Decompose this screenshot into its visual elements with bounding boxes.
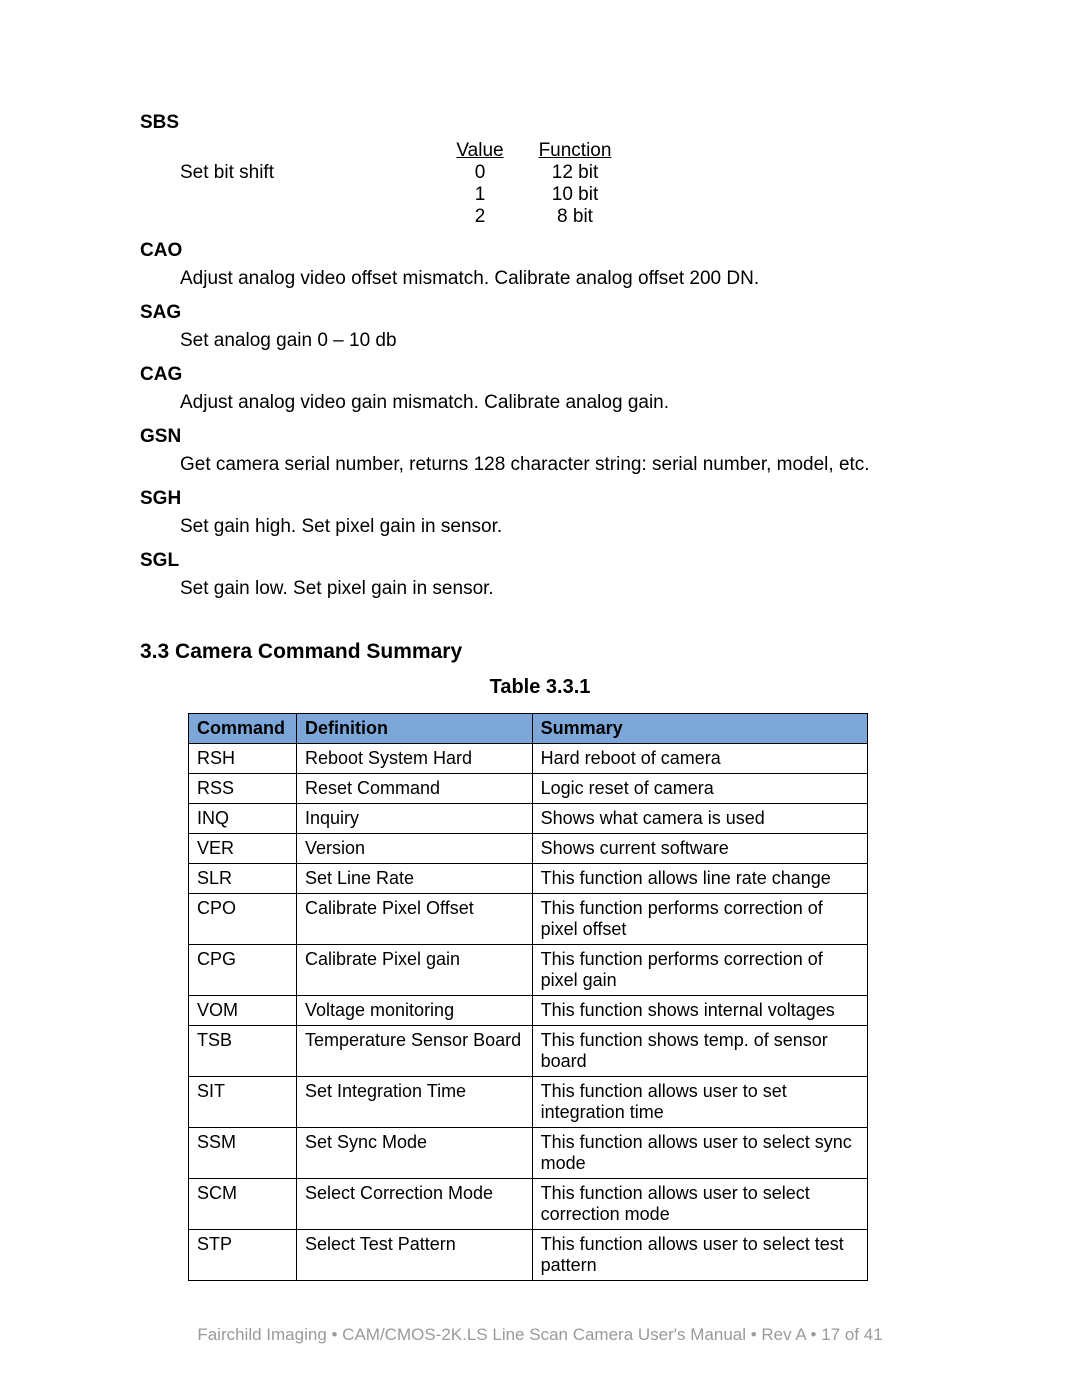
def-heading: CAO bbox=[140, 240, 940, 262]
cell-command: RSH bbox=[189, 744, 297, 774]
table-row: VER Version Shows current software bbox=[189, 834, 868, 864]
def-desc: Adjust analog video gain mismatch. Calib… bbox=[180, 392, 940, 414]
cell-definition: Set Sync Mode bbox=[296, 1128, 532, 1179]
cell-definition: Temperature Sensor Board bbox=[296, 1026, 532, 1077]
def-desc: Get camera serial number, returns 128 ch… bbox=[180, 454, 940, 476]
def-item: GSN Get camera serial number, returns 12… bbox=[140, 426, 940, 476]
table-row: STP Select Test Pattern This function al… bbox=[189, 1230, 868, 1281]
def-item: SGL Set gain low. Set pixel gain in sens… bbox=[140, 550, 940, 600]
th-definition: Definition bbox=[296, 714, 532, 744]
table-row: VOM Voltage monitoring This function sho… bbox=[189, 996, 868, 1026]
sbs-empty-cell bbox=[180, 206, 440, 228]
table-row: INQ Inquiry Shows what camera is used bbox=[189, 804, 868, 834]
cell-definition: Reboot System Hard bbox=[296, 744, 532, 774]
cell-summary: This function allows user to select corr… bbox=[532, 1179, 867, 1230]
cell-command: CPO bbox=[189, 894, 297, 945]
def-heading: SGH bbox=[140, 488, 940, 510]
def-heading: CAG bbox=[140, 364, 940, 386]
def-desc: Set analog gain 0 – 10 db bbox=[180, 330, 940, 352]
cell-definition: Inquiry bbox=[296, 804, 532, 834]
cell-definition: Set Line Rate bbox=[296, 864, 532, 894]
def-item: CAO Adjust analog video offset mismatch.… bbox=[140, 240, 940, 290]
page: SBS Value Function Set bit shift 0 12 bi… bbox=[0, 0, 1080, 1397]
def-item: CAG Adjust analog video gain mismatch. C… bbox=[140, 364, 940, 414]
command-summary-table: Command Definition Summary RSH Reboot Sy… bbox=[188, 713, 868, 1281]
sbs-function: 10 bit bbox=[520, 184, 630, 206]
cell-command: SCM bbox=[189, 1179, 297, 1230]
sbs-table: Value Function Set bit shift 0 12 bit 1 … bbox=[180, 140, 940, 228]
cell-summary: Shows current software bbox=[532, 834, 867, 864]
cell-command: CPG bbox=[189, 945, 297, 996]
cell-summary: This function allows user to select sync… bbox=[532, 1128, 867, 1179]
def-desc: Set gain high. Set pixel gain in sensor. bbox=[180, 516, 940, 538]
def-desc: Set gain low. Set pixel gain in sensor. bbox=[180, 578, 940, 600]
cell-summary: Logic reset of camera bbox=[532, 774, 867, 804]
cell-command: SLR bbox=[189, 864, 297, 894]
table-row: SLR Set Line Rate This function allows l… bbox=[189, 864, 868, 894]
heading-sbs: SBS bbox=[140, 112, 940, 134]
cell-definition: Select Test Pattern bbox=[296, 1230, 532, 1281]
cell-command: VOM bbox=[189, 996, 297, 1026]
table-row: SCM Select Correction Mode This function… bbox=[189, 1179, 868, 1230]
table-row: TSB Temperature Sensor Board This functi… bbox=[189, 1026, 868, 1077]
cell-summary: This function shows internal voltages bbox=[532, 996, 867, 1026]
sbs-function: 12 bit bbox=[520, 162, 630, 184]
cell-command: SIT bbox=[189, 1077, 297, 1128]
sbs-value: 2 bbox=[440, 206, 520, 228]
def-heading: SAG bbox=[140, 302, 940, 324]
table-row: CPG Calibrate Pixel gain This function p… bbox=[189, 945, 868, 996]
cell-command: TSB bbox=[189, 1026, 297, 1077]
cell-summary: This function allows line rate change bbox=[532, 864, 867, 894]
cell-command: VER bbox=[189, 834, 297, 864]
cell-definition: Calibrate Pixel gain bbox=[296, 945, 532, 996]
sbs-value: 0 bbox=[440, 162, 520, 184]
cell-definition: Set Integration Time bbox=[296, 1077, 532, 1128]
def-desc: Adjust analog video offset mismatch. Cal… bbox=[180, 268, 940, 290]
cell-summary: This function performs correction of pix… bbox=[532, 894, 867, 945]
def-heading: GSN bbox=[140, 426, 940, 448]
sbs-label: Set bit shift bbox=[180, 162, 440, 184]
footer: Fairchild Imaging • CAM/CMOS-2K.LS Line … bbox=[0, 1325, 1080, 1345]
table-row: CPO Calibrate Pixel Offset This function… bbox=[189, 894, 868, 945]
cell-definition: Voltage monitoring bbox=[296, 996, 532, 1026]
table-row: SSM Set Sync Mode This function allows u… bbox=[189, 1128, 868, 1179]
sbs-value: 1 bbox=[440, 184, 520, 206]
sbs-header-value: Value bbox=[440, 140, 520, 162]
cell-summary: This function allows user to set integra… bbox=[532, 1077, 867, 1128]
th-summary: Summary bbox=[532, 714, 867, 744]
cell-definition: Calibrate Pixel Offset bbox=[296, 894, 532, 945]
cell-definition: Version bbox=[296, 834, 532, 864]
table-row: RSS Reset Command Logic reset of camera bbox=[189, 774, 868, 804]
cell-command: SSM bbox=[189, 1128, 297, 1179]
cell-command: STP bbox=[189, 1230, 297, 1281]
cell-summary: Hard reboot of camera bbox=[532, 744, 867, 774]
cell-summary: This function allows user to select test… bbox=[532, 1230, 867, 1281]
table-header-row: Command Definition Summary bbox=[189, 714, 868, 744]
table-row: RSH Reboot System Hard Hard reboot of ca… bbox=[189, 744, 868, 774]
cell-definition: Reset Command bbox=[296, 774, 532, 804]
cell-summary: This function shows temp. of sensor boar… bbox=[532, 1026, 867, 1077]
cell-command: RSS bbox=[189, 774, 297, 804]
def-item: SGH Set gain high. Set pixel gain in sen… bbox=[140, 488, 940, 538]
sbs-header-function: Function bbox=[520, 140, 630, 162]
cell-definition: Select Correction Mode bbox=[296, 1179, 532, 1230]
def-item: SAG Set analog gain 0 – 10 db bbox=[140, 302, 940, 352]
cell-summary: Shows what camera is used bbox=[532, 804, 867, 834]
sbs-function: 8 bit bbox=[520, 206, 630, 228]
section-heading: 3.3 Camera Command Summary bbox=[140, 640, 940, 664]
table-caption: Table 3.3.1 bbox=[140, 676, 940, 699]
sbs-empty-cell bbox=[180, 184, 440, 206]
sbs-empty-cell bbox=[180, 140, 440, 162]
th-command: Command bbox=[189, 714, 297, 744]
cell-summary: This function performs correction of pix… bbox=[532, 945, 867, 996]
cell-command: INQ bbox=[189, 804, 297, 834]
table-row: SIT Set Integration Time This function a… bbox=[189, 1077, 868, 1128]
def-heading: SGL bbox=[140, 550, 940, 572]
